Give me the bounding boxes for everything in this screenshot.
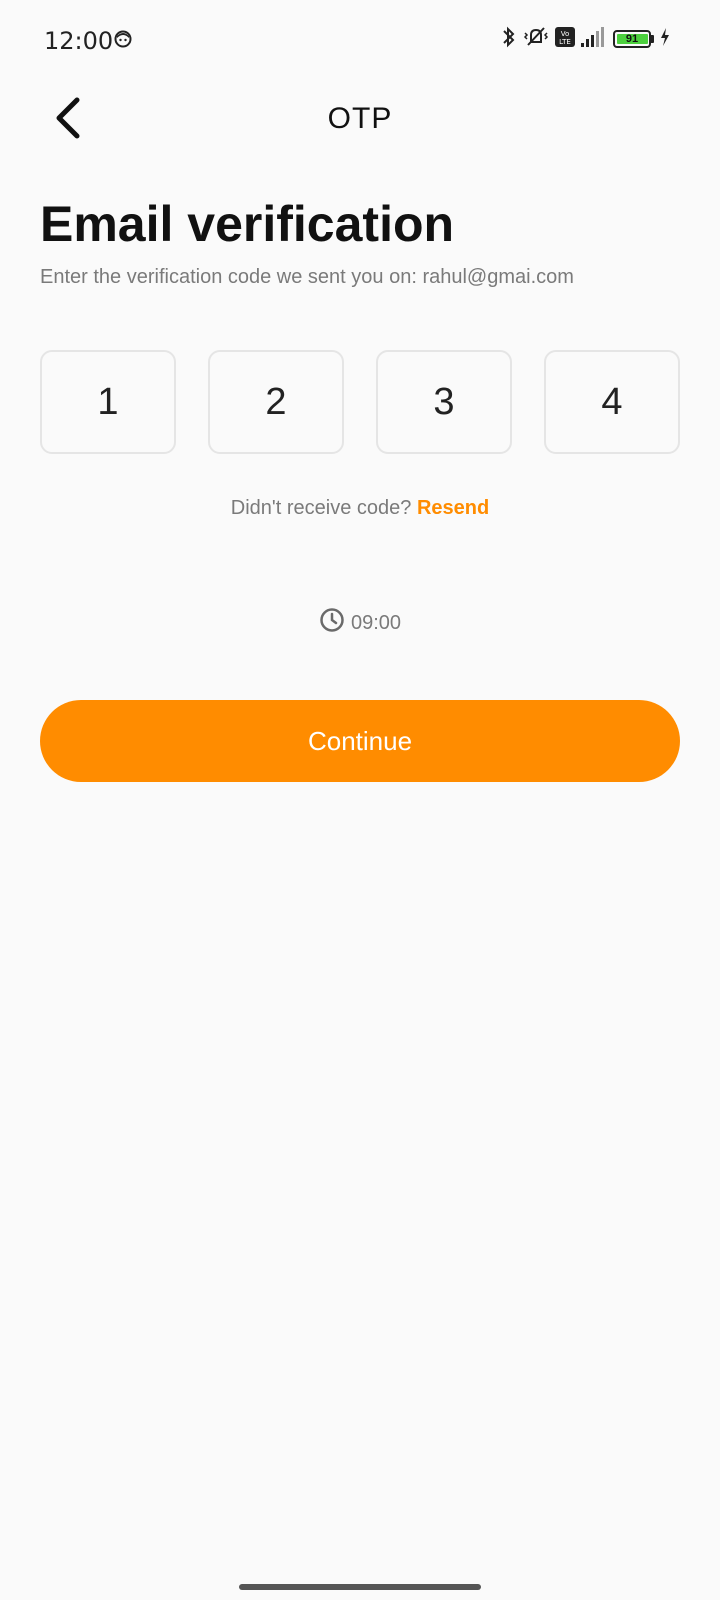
- battery-level: 91: [625, 33, 639, 45]
- charging-icon: [660, 27, 670, 51]
- otp-digit-4[interactable]: 4: [544, 350, 680, 454]
- otp-digit-2[interactable]: 2: [208, 350, 344, 454]
- otp-digit-3[interactable]: 3: [376, 350, 512, 454]
- resend-prompt: Didn't receive code?: [230, 497, 412, 519]
- resend-line: Didn't receive code? Resend: [0, 497, 720, 520]
- heading: Email verification: [40, 196, 455, 252]
- countdown-timer: 09:00: [0, 607, 720, 639]
- page-title: OTP: [327, 102, 393, 135]
- signal-icon: [581, 26, 607, 53]
- header: OTP: [0, 80, 720, 160]
- clock-icon: [319, 607, 345, 639]
- subtitle: Enter the verification code we sent you …: [40, 266, 574, 288]
- otp-input-row: 1 2 3 4: [40, 350, 680, 454]
- svg-text:Vo: Vo: [561, 30, 570, 38]
- otp-digit-1[interactable]: 1: [40, 350, 176, 454]
- face-icon: [114, 30, 132, 48]
- svg-text:LTE: LTE: [559, 38, 571, 46]
- mute-vibrate-icon: [523, 25, 549, 54]
- bluetooth-icon: [501, 25, 517, 54]
- resend-link[interactable]: Resend: [417, 497, 489, 519]
- status-time: 12:00: [44, 27, 114, 55]
- continue-button[interactable]: Continue: [40, 700, 680, 782]
- home-indicator[interactable]: [239, 1584, 481, 1590]
- volte-icon: Vo LTE: [555, 26, 575, 53]
- battery-icon: 91: [613, 30, 651, 48]
- timer-value: 09:00: [350, 611, 402, 634]
- status-bar: 12:00 Vo LTE 91: [0, 0, 720, 80]
- status-icons: Vo LTE 91: [501, 26, 670, 52]
